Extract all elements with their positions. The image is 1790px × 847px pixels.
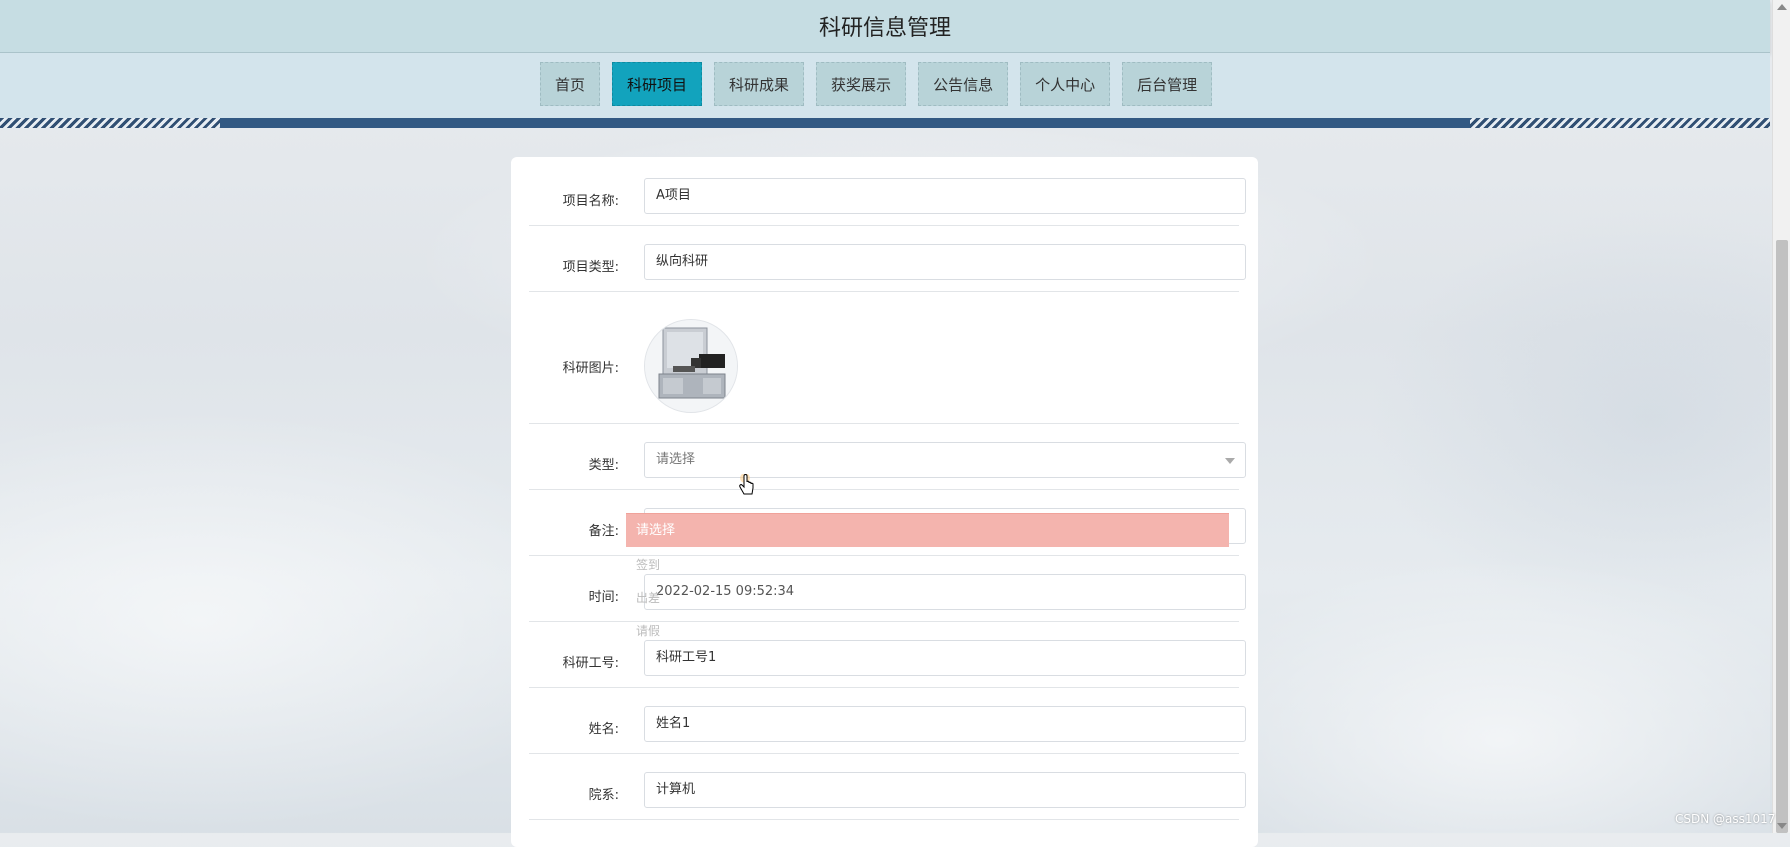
nav-research-projects[interactable]: 科研项目	[612, 62, 703, 106]
label-image: 科研图片:	[562, 361, 619, 376]
project-name-input[interactable]: A项目	[644, 178, 1246, 214]
watermark: CSDN @ass1017	[1675, 812, 1776, 826]
hand-cursor-icon	[739, 474, 754, 495]
label-department: 院系:	[588, 788, 619, 803]
name-input[interactable]: 姓名1	[644, 706, 1246, 742]
label-remark: 备注:	[588, 524, 619, 539]
nav-announcements[interactable]: 公告信息	[918, 62, 1009, 106]
type-select[interactable]: 请选择	[644, 442, 1246, 478]
research-image-thumbnail[interactable]	[644, 319, 738, 413]
label-time: 时间:	[588, 590, 619, 605]
label-staff-no: 科研工号:	[562, 656, 619, 671]
nav-profile[interactable]: 个人中心	[1020, 62, 1111, 106]
research-form: 项目名称: A项目 项目类型: 纵向科研 科研图片: 类型: 请选择 备注: 时…	[511, 157, 1258, 847]
nav-admin[interactable]: 后台管理	[1122, 62, 1213, 106]
form-row-department: 院系: 计算机	[529, 763, 1246, 820]
chevron-down-icon	[1225, 458, 1235, 464]
form-row-project-name: 项目名称: A项目	[529, 169, 1246, 226]
label-project-type: 项目类型:	[562, 260, 619, 275]
label-project-name: 项目名称:	[562, 194, 619, 209]
department-input[interactable]: 计算机	[644, 772, 1246, 808]
nav-awards[interactable]: 获奖展示	[816, 62, 907, 106]
form-row-name: 姓名: 姓名1	[529, 697, 1246, 754]
site-header: 科研信息管理	[0, 0, 1770, 53]
nav-home[interactable]: 首页	[540, 62, 601, 106]
form-row-image: 科研图片:	[529, 301, 1239, 424]
scrollbar-thumb[interactable]	[1776, 240, 1788, 833]
type-dropdown: 请选择 签到 出差 请假	[626, 505, 1229, 645]
equipment-image	[645, 320, 737, 412]
dropdown-option-leave[interactable]: 请假	[636, 622, 660, 639]
nav-research-results[interactable]: 科研成果	[714, 62, 805, 106]
dropdown-option-placeholder[interactable]: 请选择	[626, 513, 1229, 547]
banner-strip	[0, 118, 1770, 128]
page-scrollbar[interactable]	[1772, 0, 1790, 833]
project-type-input[interactable]: 纵向科研	[644, 244, 1246, 280]
type-select-placeholder: 请选择	[656, 452, 696, 467]
dropdown-option-checkin[interactable]: 签到	[636, 556, 660, 573]
scroll-up-icon[interactable]	[1777, 4, 1787, 10]
form-row-project-type: 项目类型: 纵向科研	[529, 235, 1246, 292]
staff-no-input[interactable]: 科研工号1	[644, 640, 1246, 676]
scroll-down-icon[interactable]	[1777, 823, 1787, 829]
label-name: 姓名:	[588, 722, 619, 737]
label-type: 类型:	[588, 458, 619, 473]
site-title: 科研信息管理	[818, 16, 951, 41]
form-row-type: 类型: 请选择	[529, 433, 1246, 490]
dropdown-option-business-trip[interactable]: 出差	[636, 589, 660, 606]
nav-menu: 首页 科研项目 科研成果 获奖展示 公告信息 个人中心 后台管理	[540, 62, 1213, 108]
